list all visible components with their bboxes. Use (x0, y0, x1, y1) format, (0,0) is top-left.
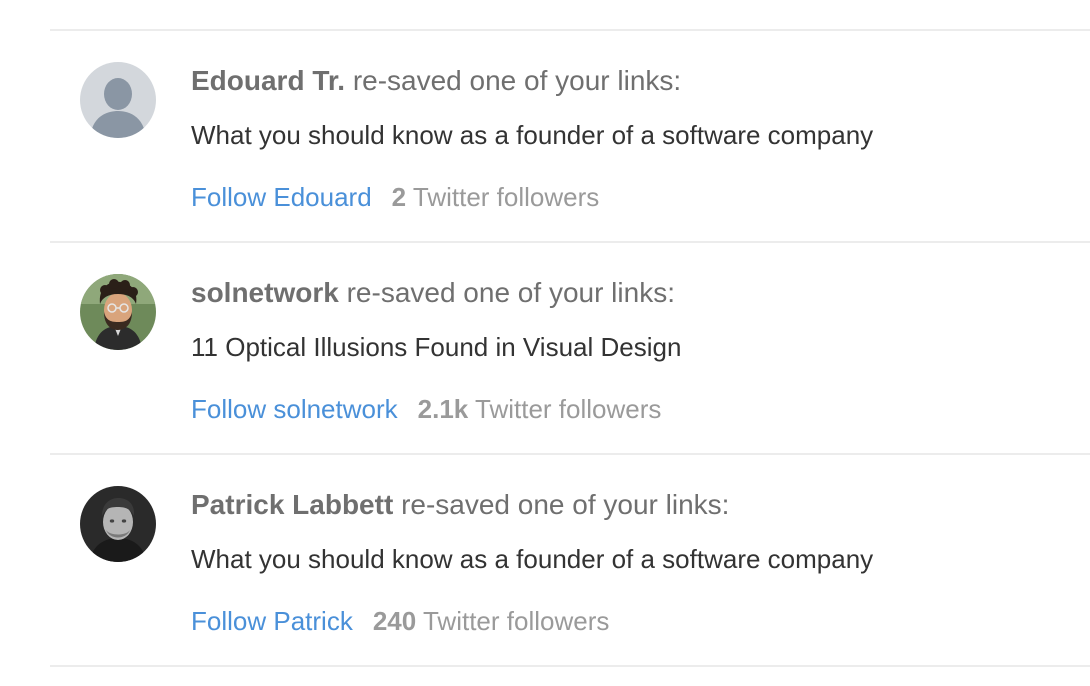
activity-headline: solnetwork re-saved one of your links: (191, 276, 675, 310)
list-item: Patrick Labbett re-saved one of your lin… (50, 453, 1090, 667)
activity-headline: Edouard Tr. re-saved one of your links: (191, 64, 681, 98)
activity-action: re-saved one of your links: (352, 65, 682, 96)
user-photo (80, 274, 156, 350)
follow-row: Follow solnetwork 2.1k Twitter followers (191, 393, 661, 425)
follow-button[interactable]: Follow Patrick (191, 606, 353, 636)
followers-label: Twitter followers (412, 182, 600, 212)
follow-row: Follow Edouard 2 Twitter followers (191, 181, 599, 213)
followers-label: Twitter followers (475, 394, 662, 424)
activity-action: re-saved one of your links: (346, 277, 675, 308)
user-name[interactable]: solnetwork (191, 277, 339, 308)
follow-row: Follow Patrick 240 Twitter followers (191, 605, 609, 637)
saved-link-title[interactable]: What you should know as a founder of a s… (191, 119, 873, 151)
default-user-icon (80, 62, 156, 138)
saved-link-title[interactable]: 11 Optical Illusions Found in Visual Des… (191, 331, 681, 363)
list-item: Edouard Tr. re-saved one of your links: … (50, 29, 1090, 241)
avatar[interactable] (80, 274, 156, 350)
activity-feed: Edouard Tr. re-saved one of your links: … (50, 29, 1090, 667)
avatar[interactable] (80, 62, 156, 138)
list-item: solnetwork re-saved one of your links: 1… (50, 241, 1090, 453)
user-name[interactable]: Patrick Labbett (191, 489, 393, 520)
activity-headline: Patrick Labbett re-saved one of your lin… (191, 488, 729, 522)
user-name[interactable]: Edouard Tr. (191, 65, 345, 96)
follow-button[interactable]: Follow solnetwork (191, 394, 398, 424)
saved-link-title[interactable]: What you should know as a founder of a s… (191, 543, 873, 575)
followers-count: 2 (391, 182, 407, 212)
followers-label: Twitter followers (422, 606, 610, 636)
follow-button[interactable]: Follow Edouard (191, 182, 372, 212)
activity-action: re-saved one of your links: (401, 489, 730, 520)
user-photo (80, 486, 156, 562)
followers-count: 2.1k (417, 394, 469, 424)
followers-count: 240 (372, 606, 417, 636)
avatar[interactable] (80, 486, 156, 562)
